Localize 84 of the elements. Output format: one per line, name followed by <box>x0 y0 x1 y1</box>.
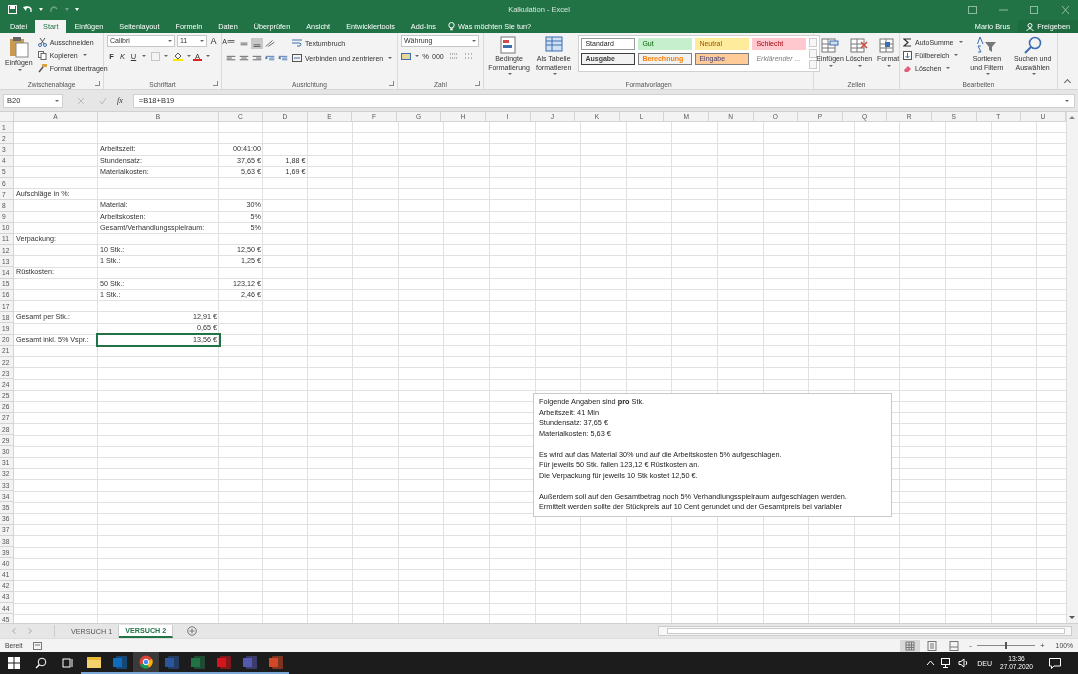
chevron-up-icon[interactable] <box>926 660 936 666</box>
caret-icon <box>954 54 959 56</box>
cells-icon <box>879 36 897 54</box>
speaker-icon[interactable] <box>958 658 970 668</box>
sort-filter-icon <box>976 36 997 54</box>
caret-icon <box>985 73 990 75</box>
enter-icon <box>99 96 107 105</box>
app-icon <box>113 655 127 669</box>
horizontal-scrollbar[interactable] <box>658 626 1072 636</box>
notifications-icon[interactable] <box>1049 657 1061 669</box>
app-icon <box>191 655 205 669</box>
sigma-icon <box>903 37 912 47</box>
caret-icon[interactable] <box>39 8 43 11</box>
caret-icon <box>17 68 22 71</box>
grow-font-button[interactable]: A <box>209 35 218 47</box>
align-icon[interactable] <box>251 37 263 49</box>
zoom-in-button[interactable]: + <box>1039 641 1045 650</box>
redo-icon <box>49 5 59 14</box>
caret-icon <box>55 99 59 102</box>
caret-icon <box>829 64 833 67</box>
caret-icon <box>164 55 168 57</box>
app-icon <box>243 655 257 669</box>
cells-icon <box>850 36 868 54</box>
windows-start-icon[interactable] <box>8 657 20 669</box>
search-icon <box>1023 36 1042 54</box>
fill-color-icon[interactable] <box>173 51 183 61</box>
caret-icon <box>200 40 204 42</box>
taskbar-app-button[interactable] <box>133 652 159 674</box>
brush-icon <box>37 63 47 73</box>
caret-icon <box>82 54 87 56</box>
caret-icon <box>187 55 191 57</box>
eraser-icon <box>903 63 912 73</box>
close-icon[interactable] <box>1061 5 1070 14</box>
caret-icon <box>1031 73 1036 75</box>
customize-icon[interactable] <box>75 8 79 11</box>
maximize-icon[interactable] <box>1030 5 1039 14</box>
lightbulb-icon <box>448 22 455 31</box>
save-icon[interactable] <box>8 5 17 14</box>
search-icon[interactable] <box>35 657 47 669</box>
add-sheet-icon[interactable] <box>187 626 198 636</box>
caret-icon <box>472 40 476 42</box>
fill-down-icon <box>903 50 912 60</box>
app-icon <box>165 655 179 669</box>
caret-icon <box>142 55 146 57</box>
dialog-launcher-icon[interactable] <box>95 81 100 86</box>
table-icon <box>544 36 563 54</box>
currency-icon[interactable] <box>401 51 411 61</box>
zoom-out-button[interactable]: - <box>969 641 972 650</box>
dialog-launcher-icon[interactable] <box>389 81 394 86</box>
text-box[interactable] <box>533 393 892 517</box>
network-icon[interactable] <box>941 658 953 668</box>
caret-icon <box>508 73 512 75</box>
caret-icon <box>887 64 891 67</box>
wrap-icon <box>292 39 302 47</box>
app-icon <box>269 655 283 669</box>
orientation-icon[interactable] <box>264 37 276 49</box>
dialog-launcher-icon[interactable] <box>213 81 218 86</box>
caret-icon <box>206 55 210 57</box>
clipboard-icon <box>8 36 29 58</box>
caret-icon <box>168 40 172 42</box>
table-rules-icon <box>500 36 518 54</box>
person-icon <box>1026 22 1035 31</box>
cancel-icon <box>77 96 85 105</box>
chrome-icon <box>139 655 153 669</box>
macro-icon[interactable] <box>32 641 42 650</box>
copy-icon <box>37 50 47 60</box>
ribbon-options-icon[interactable] <box>968 5 977 14</box>
insert-function-button[interactable]: fx <box>117 96 123 105</box>
task-view-icon[interactable] <box>62 657 74 669</box>
merge-icon <box>292 54 302 62</box>
caret-icon <box>65 8 69 11</box>
expand-icon[interactable] <box>1065 99 1069 102</box>
caret-icon <box>858 64 862 67</box>
caret-icon <box>388 57 393 59</box>
undo-icon[interactable] <box>23 5 33 14</box>
app-icon <box>217 655 231 669</box>
caret-icon <box>958 41 963 43</box>
caret-icon <box>946 67 951 69</box>
scissors-icon <box>37 37 47 47</box>
dialog-launcher-icon[interactable] <box>475 81 480 86</box>
caret-icon <box>415 55 419 57</box>
caret-icon <box>552 73 557 75</box>
folder-icon <box>87 656 101 668</box>
normal-view-icon[interactable] <box>900 639 921 652</box>
